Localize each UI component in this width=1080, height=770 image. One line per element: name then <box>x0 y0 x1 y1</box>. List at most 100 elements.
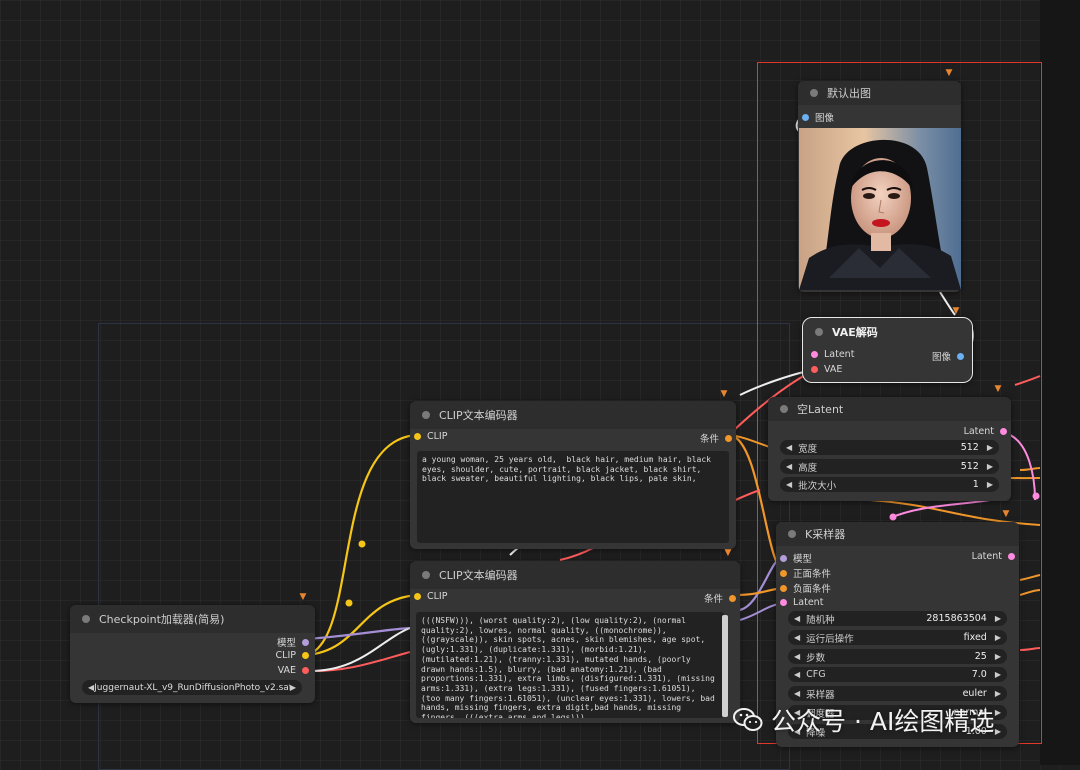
arrow-right-icon[interactable]: ▶ <box>995 727 1001 736</box>
port-dot-icon[interactable] <box>302 638 309 646</box>
node-header[interactable]: Checkpoint加载器(简易) <box>70 605 315 633</box>
width-widget[interactable]: ◀ 宽度 512 ▶ <box>780 440 999 455</box>
input-clip[interactable]: CLIP <box>414 591 447 602</box>
input-model[interactable]: 模型 <box>780 551 812 565</box>
node-header[interactable]: VAE解码 <box>803 318 972 346</box>
arrow-left-icon[interactable]: ◀ <box>786 480 792 489</box>
output-model[interactable]: 模型 <box>277 635 309 649</box>
port-label: 模型 <box>276 638 296 649</box>
input-latent[interactable]: Latent <box>780 597 823 608</box>
output-latent[interactable]: Latent <box>972 551 1015 562</box>
arrow-left-icon[interactable]: ◀ <box>794 614 800 623</box>
widget-label: 随机种 <box>806 614 835 626</box>
node-header[interactable]: CLIP文本编码器 <box>410 401 736 429</box>
wechat-icon <box>733 708 763 731</box>
height-widget[interactable]: ◀ 高度 512 ▶ <box>780 459 999 474</box>
port-label: Latent <box>963 426 994 437</box>
sampler-widget[interactable]: ◀ 采样器 euler ▶ <box>788 686 1007 701</box>
collapse-dot-icon[interactable] <box>780 405 788 413</box>
arrow-right-icon[interactable]: ▶ <box>987 443 993 452</box>
output-conditioning[interactable]: 条件 <box>704 591 736 605</box>
textarea-scrollbar[interactable] <box>722 615 728 717</box>
port-dot-icon[interactable] <box>302 667 309 674</box>
output-conditioning[interactable]: 条件 <box>700 431 732 445</box>
arrow-left-icon[interactable]: ◀ <box>786 443 792 452</box>
port-dot-icon[interactable] <box>729 594 736 602</box>
checkpoint-loader-node[interactable]: Checkpoint加载器(简易) 模型 CLIP VAE ◀ Juggerna… <box>70 605 315 703</box>
vae-decode-node[interactable]: VAE解码 Latent VAE 图像 <box>802 317 973 383</box>
arrow-right-icon[interactable]: ▶ <box>995 708 1001 717</box>
arrow-right-icon[interactable]: ▶ <box>987 480 993 489</box>
arrow-left-icon[interactable]: ◀ <box>786 462 792 471</box>
port-dot-icon[interactable] <box>780 599 787 606</box>
fox-icon: ▼ <box>945 68 953 78</box>
arrow-right-icon[interactable]: ▶ <box>995 652 1001 661</box>
port-dot-icon[interactable] <box>302 652 309 659</box>
node-header[interactable]: 默认出图 <box>798 81 961 105</box>
cfg-widget[interactable]: ◀ CFG 7.0 ▶ <box>788 667 1007 682</box>
collapse-dot-icon[interactable] <box>422 411 430 419</box>
input-vae[interactable]: VAE <box>811 364 842 375</box>
watermark: 公众号 · AI绘图精选 <box>733 702 994 738</box>
input-clip[interactable]: CLIP <box>414 431 447 442</box>
collapse-dot-icon[interactable] <box>815 328 823 336</box>
node-header[interactable]: K采样器 <box>776 522 1019 546</box>
negative-prompt-textarea[interactable]: (((NSFW))), (worst quality:2), (low qual… <box>416 612 724 718</box>
port-dot-icon[interactable] <box>414 593 421 600</box>
conditioning-wire <box>1014 375 1041 386</box>
fox-icon: ▼ <box>994 384 1002 394</box>
control-after-generate-widget[interactable]: ◀ 运行后操作 fixed ▶ <box>788 630 1007 645</box>
clip-text-encode-negative-node[interactable]: CLIP文本编码器 CLIP 条件 (((NSFW))), (worst qua… <box>410 561 740 723</box>
widget-value: 1 <box>972 479 979 490</box>
port-dot-icon[interactable] <box>811 351 818 358</box>
node-header[interactable]: CLIP文本编码器 <box>410 561 740 589</box>
output-image[interactable]: 图像 <box>932 349 964 363</box>
collapse-dot-icon[interactable] <box>810 89 818 97</box>
arrow-right-icon[interactable]: ▶ <box>290 683 296 692</box>
port-label: 图像 <box>931 352 951 363</box>
port-dot-icon[interactable] <box>1000 428 1007 435</box>
arrow-left-icon[interactable]: ◀ <box>794 670 800 679</box>
port-dot-icon[interactable] <box>414 433 421 440</box>
output-latent[interactable]: Latent <box>964 426 1007 437</box>
port-dot-icon[interactable] <box>780 569 787 577</box>
collapse-dot-icon[interactable] <box>422 571 430 579</box>
collapse-dot-icon[interactable] <box>82 615 90 623</box>
empty-latent-node[interactable]: 空Latent Latent ◀ 宽度 512 ▶ ◀ 高度 512 ▶ ◀ 批… <box>768 397 1011 501</box>
arrow-right-icon[interactable]: ▶ <box>995 670 1001 679</box>
batch-size-widget[interactable]: ◀ 批次大小 1 ▶ <box>780 477 999 492</box>
input-negative[interactable]: 负面条件 <box>780 581 831 595</box>
node-header[interactable]: 空Latent <box>768 397 1011 421</box>
input-latent[interactable]: Latent <box>811 349 854 360</box>
arrow-right-icon[interactable]: ▶ <box>995 689 1001 698</box>
clip-text-encode-positive-node[interactable]: CLIP文本编码器 CLIP 条件 a young woman, 25 year… <box>410 401 736 549</box>
arrow-right-icon[interactable]: ▶ <box>995 614 1001 623</box>
port-dot-icon[interactable] <box>780 554 787 562</box>
collapse-dot-icon[interactable] <box>788 530 796 538</box>
input-positive[interactable]: 正面条件 <box>780 566 831 580</box>
port-dot-icon[interactable] <box>802 113 809 121</box>
conditioning-wire <box>1019 574 1041 581</box>
output-vae[interactable]: VAE <box>278 665 309 676</box>
widget-value: fixed <box>963 632 987 643</box>
seed-widget[interactable]: ◀ 随机种 2815863504 ▶ <box>788 611 1007 626</box>
port-dot-icon[interactable] <box>811 366 818 373</box>
arrow-left-icon[interactable]: ◀ <box>794 689 800 698</box>
ckpt-name-combo[interactable]: ◀ Juggernaut-XL_v9_RunDiffusionPhoto_v2.… <box>82 680 302 695</box>
port-dot-icon[interactable] <box>780 584 787 592</box>
positive-prompt-textarea[interactable]: a young woman, 25 years old, black hair,… <box>417 451 729 543</box>
arrow-right-icon[interactable]: ▶ <box>995 633 1001 642</box>
arrow-left-icon[interactable]: ◀ <box>794 652 800 661</box>
watermark-text: 公众号 · AI绘图精选 <box>771 707 995 736</box>
vae-wire <box>306 651 411 673</box>
input-image[interactable]: 图像 <box>802 110 834 124</box>
port-dot-icon[interactable] <box>725 434 732 442</box>
arrow-right-icon[interactable]: ▶ <box>987 462 993 471</box>
port-dot-icon[interactable] <box>957 352 964 360</box>
generated-portrait-image[interactable] <box>799 128 961 290</box>
output-clip[interactable]: CLIP <box>276 650 309 661</box>
arrow-left-icon[interactable]: ◀ <box>794 633 800 642</box>
steps-widget[interactable]: ◀ 步数 25 ▶ <box>788 649 1007 664</box>
port-dot-icon[interactable] <box>1008 553 1015 560</box>
widget-label: 批次大小 <box>798 480 837 492</box>
